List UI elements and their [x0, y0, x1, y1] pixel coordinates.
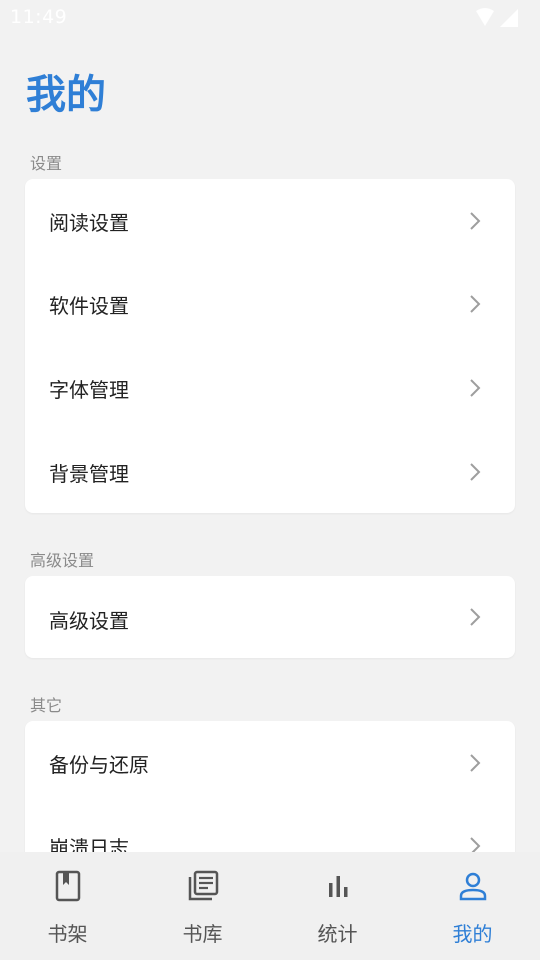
- backup-restore-row[interactable]: 备份与还原: [25, 721, 515, 804]
- bookshelf-icon: [55, 870, 80, 902]
- row-label: 软件设置: [49, 294, 129, 318]
- row-label: 高级设置: [49, 609, 129, 633]
- row-label: 阅读设置: [49, 211, 129, 235]
- nav-stats[interactable]: 统计: [270, 852, 405, 960]
- chevron-right-icon: [470, 295, 481, 313]
- row-label: 备份与还原: [49, 753, 149, 777]
- nav-profile[interactable]: 我的: [405, 852, 540, 960]
- section-label-advanced: 高级设置: [30, 551, 95, 570]
- chevron-right-icon: [470, 754, 481, 772]
- chevron-right-icon: [470, 463, 481, 481]
- nav-label: 我的: [452, 922, 493, 946]
- nav-library[interactable]: 书库: [135, 852, 270, 960]
- library-icon: [188, 870, 218, 901]
- chevron-right-icon: [470, 379, 481, 397]
- chevron-right-icon: [470, 608, 481, 626]
- reading-settings-row[interactable]: 阅读设置: [25, 179, 515, 262]
- nav-label: 书库: [182, 922, 223, 946]
- chevron-right-icon: [470, 212, 481, 230]
- advanced-settings-row[interactable]: 高级设置: [25, 576, 515, 658]
- section-label-settings: 设置: [30, 154, 63, 173]
- row-label: 背景管理: [49, 462, 129, 486]
- settings-card: 阅读设置 软件设置 字体管理 背景管理: [25, 179, 515, 513]
- status-time: 11:49: [10, 6, 68, 28]
- nav-label: 书架: [47, 922, 88, 946]
- nav-bookshelf[interactable]: 书架: [0, 852, 135, 960]
- font-management-row[interactable]: 字体管理: [25, 346, 515, 430]
- page-title: 我的: [26, 72, 106, 118]
- status-icons: [474, 8, 522, 28]
- section-label-other: 其它: [30, 696, 63, 715]
- profile-icon: [459, 872, 486, 901]
- bottom-nav: 书架 书库 统计 我的: [0, 852, 540, 960]
- software-settings-row[interactable]: 软件设置: [25, 262, 515, 346]
- stats-icon: [328, 876, 347, 897]
- cell-signal-icon: [500, 9, 518, 27]
- nav-label: 统计: [317, 922, 358, 946]
- advanced-card: 高级设置: [25, 576, 515, 658]
- status-bar: 11:49: [0, 0, 540, 36]
- row-label: 字体管理: [49, 378, 129, 402]
- wifi-icon: [476, 8, 494, 26]
- background-management-row[interactable]: 背景管理: [25, 430, 515, 513]
